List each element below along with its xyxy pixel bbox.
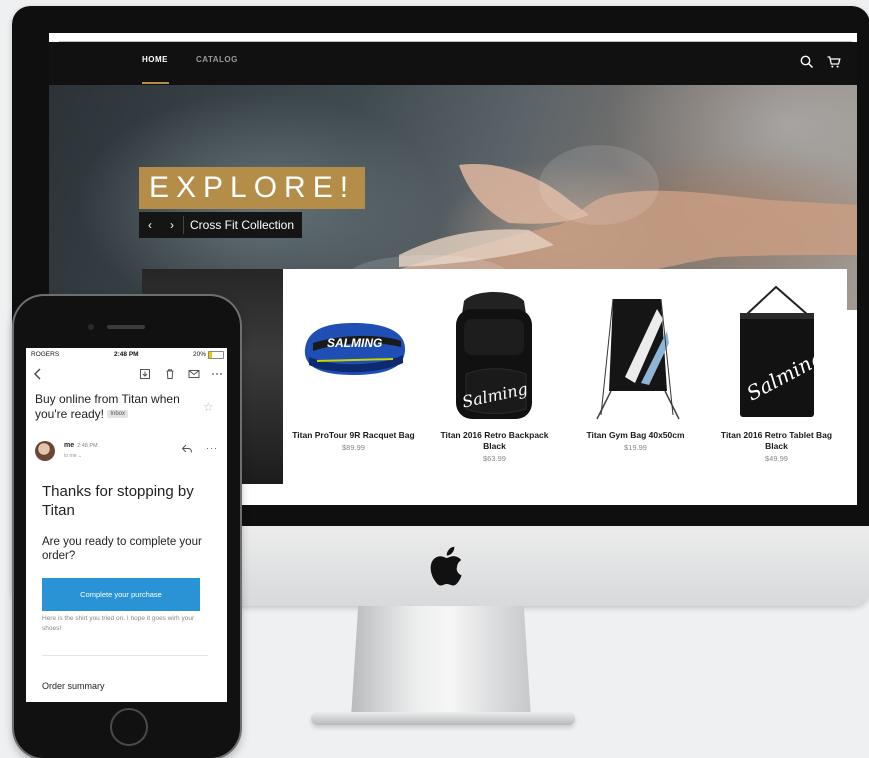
iphone: ROGERS 2:48 PM 20% Buy online from Titan…	[14, 296, 240, 758]
back-icon[interactable]	[32, 368, 44, 380]
phone-screen: ROGERS 2:48 PM 20% Buy online from Titan…	[26, 348, 227, 702]
imac-stand-base	[311, 712, 575, 725]
sent-time: 2:48 PM	[77, 443, 98, 449]
product-name: Titan ProTour 9R Racquet Bag $89.99	[287, 430, 420, 453]
product-price: $49.99	[765, 454, 788, 463]
hero-headline: EXPLORE!	[139, 167, 366, 209]
product-grid: SALMING Titan ProTour 9R Racquet Bag $89…	[283, 269, 847, 484]
avatar	[35, 441, 55, 461]
nav-active-indicator	[142, 82, 169, 84]
email-note: Here is the shirt you tried on. I hope i…	[42, 615, 195, 632]
racquet-bag-image: SALMING	[304, 323, 405, 375]
gym-bag-image	[596, 298, 680, 420]
product-name: Titan 2016 Retro Backpack Black $63.99	[428, 430, 561, 464]
home-button[interactable]	[110, 708, 148, 746]
archive-icon[interactable]	[139, 368, 151, 380]
svg-text:SALMING: SALMING	[327, 336, 382, 350]
product-price: $89.99	[342, 443, 365, 452]
hero-slider-controls: ‹ › Cross Fit Collection	[139, 212, 303, 238]
store-nav: HOME CATALOG	[49, 42, 857, 85]
email-heading: Thanks for stopping by Titan	[42, 483, 194, 519]
star-icon[interactable]: ☆	[203, 400, 214, 414]
status-bar: ROGERS 2:48 PM 20%	[26, 348, 227, 360]
hero-slide-title[interactable]: Cross Fit Collection	[184, 212, 302, 238]
product-price: $19.99	[624, 443, 647, 452]
tablet-bag-image: Salming	[740, 285, 827, 417]
product-name: Titan Gym Bag 40x50cm $19.99	[569, 430, 702, 453]
product-card[interactable]: Salming Titan 2016 Retro Tablet Bag Blac…	[706, 269, 847, 484]
email-subject: Buy online from Titan when you're ready!…	[35, 392, 180, 421]
order-summary-heading: Order summary	[42, 681, 105, 691]
nav-catalog[interactable]: CATALOG	[196, 55, 238, 64]
mail-icon[interactable]	[188, 368, 200, 380]
more-options-icon[interactable]	[211, 368, 223, 380]
product-card[interactable]: Salming Titan 2016 Retro Backpack Black …	[424, 269, 565, 484]
product-card[interactable]: SALMING Titan ProTour 9R Racquet Bag $89…	[283, 269, 424, 484]
mail-toolbar	[26, 364, 227, 384]
battery-percent: 20%	[193, 351, 207, 358]
message-more-icon[interactable]: ···	[206, 443, 218, 453]
product-price: $63.99	[483, 454, 506, 463]
product-name: Titan 2016 Retro Tablet Bag Black $49.99	[710, 430, 843, 464]
reply-icon[interactable]	[181, 443, 193, 455]
cart-icon[interactable]	[826, 54, 842, 70]
product-card[interactable]: Titan Gym Bag 40x50cm $19.99	[565, 269, 706, 484]
email-divider	[42, 655, 208, 656]
email-question: Are you ready to complete your order?	[42, 536, 202, 562]
recipient-toggle[interactable]: to me ⌄	[64, 453, 82, 459]
phone-speaker	[107, 325, 145, 329]
phone-camera	[88, 324, 94, 330]
hero-next-button[interactable]: ›	[161, 212, 183, 238]
sender-name: me 2:48 PM	[64, 442, 98, 449]
trash-icon[interactable]	[164, 368, 176, 380]
nav-home[interactable]: HOME	[142, 55, 168, 64]
carrier-label: ROGERS	[31, 351, 60, 358]
status-time: 2:48 PM	[114, 351, 139, 358]
battery-icon	[208, 351, 224, 359]
inbox-label[interactable]: Inbox	[107, 410, 129, 419]
search-icon[interactable]	[799, 54, 815, 70]
complete-purchase-button[interactable]: Complete your purchase	[42, 578, 200, 611]
imac-stand	[351, 606, 531, 718]
apple-logo-icon	[430, 546, 462, 586]
backpack-image: Salming	[456, 292, 532, 419]
hero-prev-button[interactable]: ‹	[139, 212, 161, 238]
